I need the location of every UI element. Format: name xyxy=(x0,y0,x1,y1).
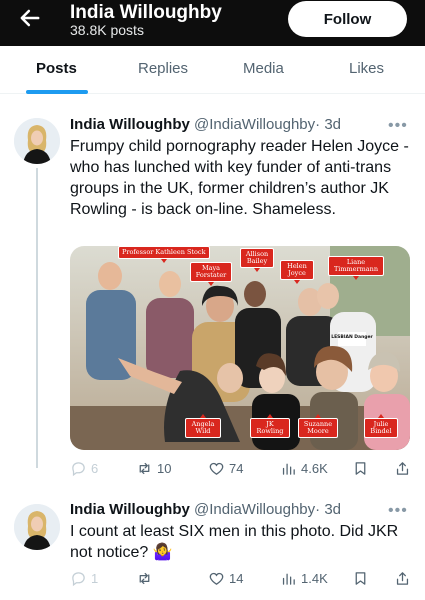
tweet-text: I count at least SIX men in this photo. … xyxy=(70,523,399,561)
views-count: 1.4K xyxy=(301,571,328,586)
reply-count: 1 xyxy=(91,571,99,586)
views-button[interactable]: 1.4K xyxy=(280,570,328,587)
thread-line xyxy=(36,168,38,468)
photo-label: Angela Wild xyxy=(185,414,221,438)
shirt-print-text: LESBIAN Danger xyxy=(331,334,373,340)
post-count: 38.8K posts xyxy=(70,22,144,38)
tweet-header: India Willoughby @IndiaWilloughby· 3d xyxy=(70,501,341,518)
tweet-text: Frumpy child pornography reader Helen Jo… xyxy=(70,138,409,218)
reply-count: 6 xyxy=(91,461,99,476)
share-icon xyxy=(396,462,409,475)
follow-button[interactable]: Follow xyxy=(288,1,407,37)
author-handle[interactable]: @IndiaWilloughby xyxy=(194,501,315,518)
repost-button[interactable] xyxy=(136,570,157,587)
avatar[interactable] xyxy=(14,504,60,550)
repost-icon xyxy=(139,462,150,475)
reply-button[interactable]: 1 xyxy=(70,570,98,587)
tweet-time[interactable]: · 3d xyxy=(315,116,341,133)
share-icon xyxy=(396,572,409,585)
like-button[interactable]: 14 xyxy=(208,570,243,587)
tab-media[interactable]: Media xyxy=(243,60,284,77)
bookmark-button[interactable] xyxy=(352,460,373,477)
author-handle[interactable]: @IndiaWilloughby xyxy=(194,116,315,133)
bookmark-icon xyxy=(355,462,366,475)
more-options-icon[interactable]: ••• xyxy=(388,117,408,135)
reply-button[interactable]: 6 xyxy=(70,460,98,477)
back-arrow-icon[interactable] xyxy=(16,4,44,32)
like-count: 74 xyxy=(229,461,244,476)
tab-posts[interactable]: Posts xyxy=(36,60,77,77)
tab-replies[interactable]: Replies xyxy=(138,60,188,77)
group-photo-image: LESBIAN Danger xyxy=(70,246,410,450)
more-options-icon[interactable]: ••• xyxy=(388,502,408,520)
repost-button[interactable]: 10 xyxy=(136,460,171,477)
author-name[interactable]: India Willoughby xyxy=(70,501,190,518)
photo-label: Professor Kathleen Stock xyxy=(118,246,210,263)
reply-icon xyxy=(72,572,85,587)
repost-icon xyxy=(139,572,150,585)
photo-label: Allison Bailey xyxy=(240,248,274,272)
tweet-header: India Willoughby @IndiaWilloughby· 3d xyxy=(70,116,341,133)
like-count: 14 xyxy=(229,571,244,586)
views-count: 4.6K xyxy=(301,461,328,476)
avatar[interactable] xyxy=(14,118,60,164)
photo-label: Liane Timmermann xyxy=(328,256,384,280)
photo-label: Maya Forstater xyxy=(190,262,232,286)
views-icon xyxy=(282,463,295,475)
bookmark-icon xyxy=(355,572,366,585)
bookmark-button[interactable] xyxy=(352,570,373,587)
tab-likes[interactable]: Likes xyxy=(349,60,384,77)
repost-count: 10 xyxy=(157,461,172,476)
photo-label: Helen Joyce xyxy=(280,260,314,284)
like-button[interactable]: 74 xyxy=(208,460,243,477)
photo-label: Suzanne Moore xyxy=(298,414,338,438)
heart-icon xyxy=(209,572,224,585)
share-button[interactable] xyxy=(394,570,415,587)
photo-label: Julie Bindel xyxy=(364,414,398,438)
heart-icon xyxy=(209,462,224,475)
tweet-time[interactable]: · 3d xyxy=(315,501,341,518)
share-button[interactable] xyxy=(394,460,415,477)
author-name[interactable]: India Willoughby xyxy=(70,116,190,133)
active-tab-indicator xyxy=(26,90,88,94)
reply-icon xyxy=(72,462,85,477)
views-icon xyxy=(282,573,295,585)
tweet-photo[interactable]: LESBIAN Danger Professor Kathleen Stock … xyxy=(70,246,410,450)
profile-header: India Willoughby 38.8K posts Follow xyxy=(0,0,425,46)
tweet-actions: 6 10 74 4.6K xyxy=(70,460,415,480)
profile-tabs: Posts Replies Media Likes xyxy=(0,46,425,94)
profile-name: India Willoughby xyxy=(70,2,222,23)
photo-label: JK Rowling xyxy=(250,414,290,438)
tweet-actions: 1 14 1.4K xyxy=(70,570,415,590)
views-button[interactable]: 4.6K xyxy=(280,460,328,477)
